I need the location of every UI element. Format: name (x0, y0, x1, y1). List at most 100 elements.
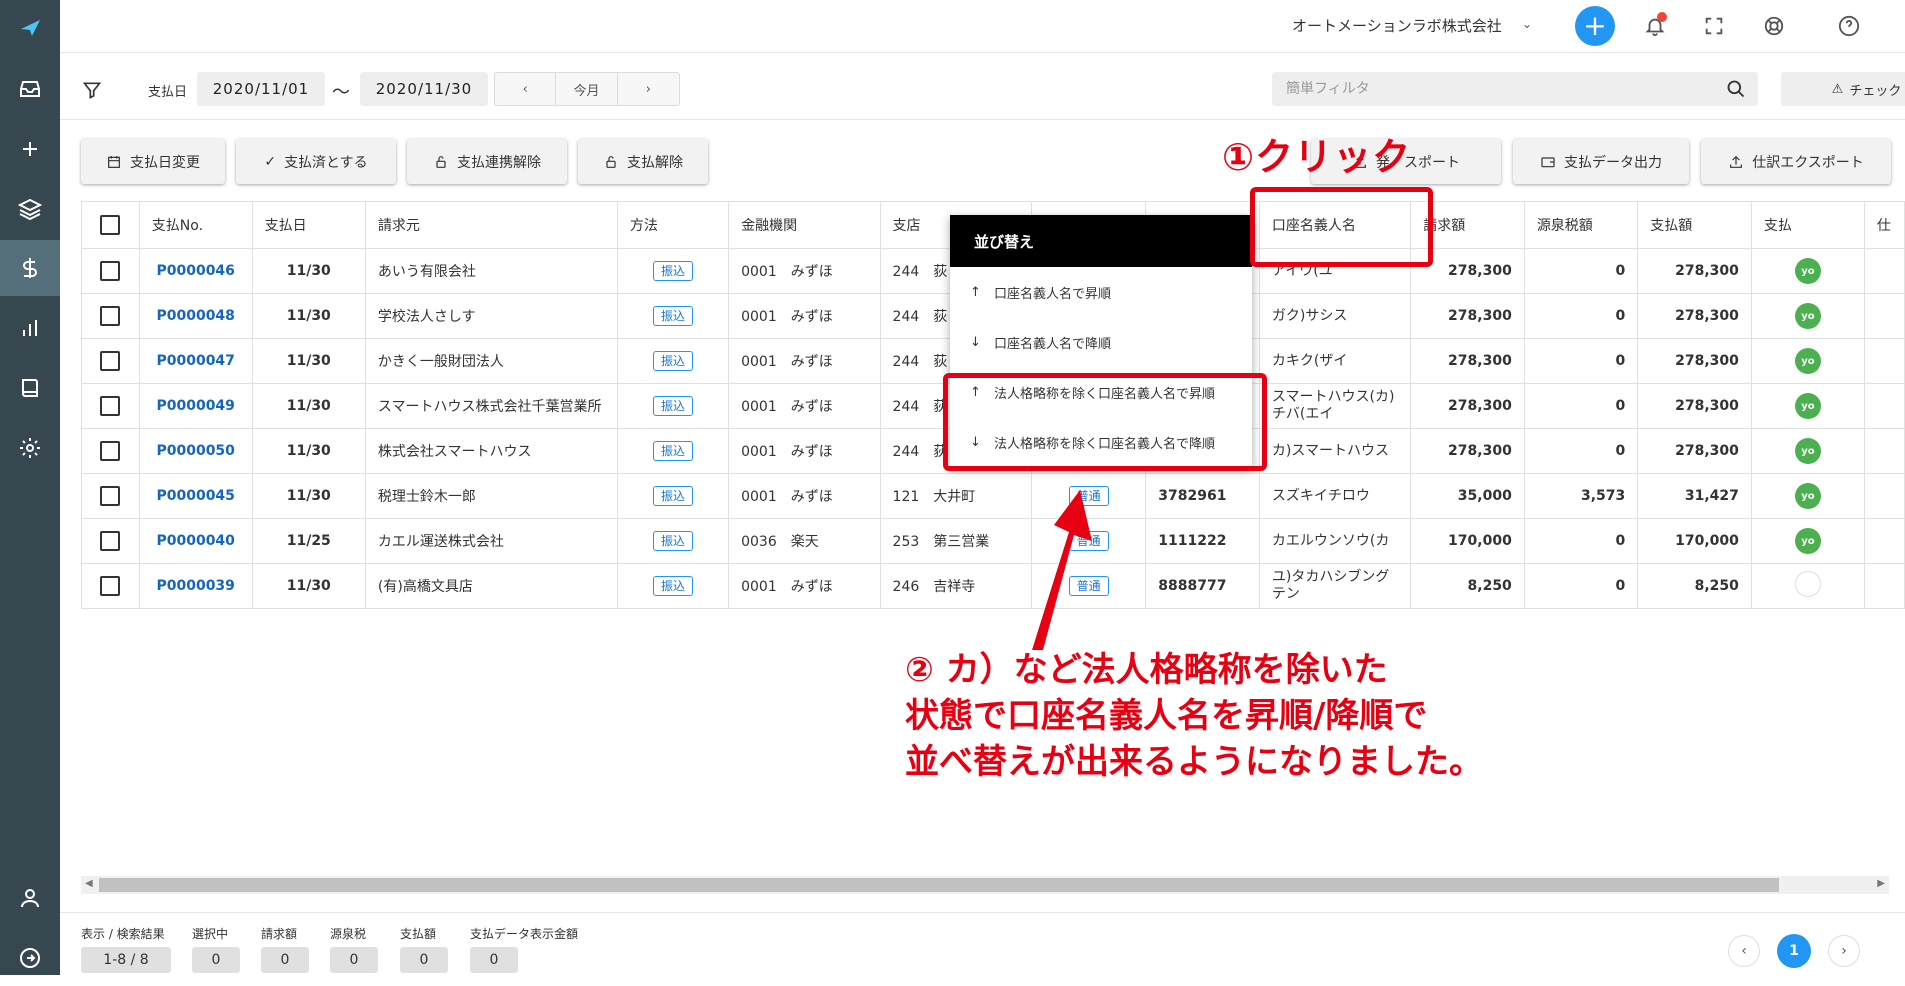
row-checkbox[interactable] (100, 576, 121, 596)
cell-payment-no[interactable]: P0000049 (138, 383, 253, 429)
horizontal-scrollbar[interactable]: ◀ ▶ (81, 876, 1889, 894)
row-checkbox[interactable] (100, 396, 121, 416)
chevron-down-icon[interactable]: ⌄ (1522, 17, 1532, 31)
cell-payment-status[interactable]: yo (1750, 293, 1865, 339)
payment-dollar-icon[interactable] (0, 240, 60, 296)
payment-no-link[interactable]: P0000040 (156, 533, 234, 549)
next-month-button[interactable]: › (618, 73, 679, 105)
paid-status-badge[interactable]: yo (1794, 438, 1821, 464)
sort-holder-asc[interactable]: ↑ 口座名義人名で昇順 (950, 267, 1252, 317)
scroll-left-icon[interactable]: ◀ (85, 878, 93, 889)
payment-data-output-button[interactable]: 支払データ出力 (1513, 139, 1689, 184)
row-checkbox[interactable] (100, 486, 121, 506)
cell-payment-no[interactable]: P0000039 (138, 563, 253, 609)
scroll-right-icon[interactable]: ▶ (1877, 878, 1885, 889)
layers-icon[interactable] (0, 181, 60, 237)
check-button[interactable]: ⚠ チェック (1781, 72, 1905, 106)
book-icon[interactable] (0, 360, 60, 416)
change-payment-date-button[interactable]: 支払日変更 (81, 139, 225, 184)
row-checkbox-cell[interactable] (81, 518, 140, 564)
cell-payment-status[interactable]: yo (1750, 248, 1865, 294)
cell-payment-no[interactable]: P0000047 (138, 338, 253, 384)
paid-status-badge[interactable]: yo (1794, 528, 1821, 554)
table-row[interactable]: P0000039 11/30 (有)高橋文具店 振込 0001 みずほ 246 吉祥寺 普通… (81, 563, 1905, 609)
unlink-payment-button[interactable]: 支払連携解除 (407, 139, 567, 184)
row-checkbox[interactable] (100, 531, 121, 551)
cell-payment-status[interactable]: yo (1750, 383, 1865, 429)
row-checkbox-cell[interactable] (81, 248, 140, 294)
paid-status-badge[interactable]: yo (1794, 483, 1821, 509)
bell-icon[interactable] (1641, 12, 1669, 40)
logout-icon[interactable] (0, 930, 60, 986)
search-icon[interactable] (1726, 79, 1746, 103)
select-all-checkbox[interactable] (100, 215, 121, 235)
payment-no-link[interactable]: P0000048 (156, 308, 234, 324)
paid-status-badge[interactable]: yo (1794, 303, 1821, 329)
payment-no-link[interactable]: P0000045 (156, 488, 234, 504)
add-icon[interactable] (0, 121, 60, 177)
mark-paid-button[interactable]: ✓ 支払済とする (236, 139, 396, 184)
table-row[interactable]: P0000040 11/25 カエル運送株式会社 振込 0036 楽天 253 第三営業普… (81, 518, 1905, 564)
cell-payment-status[interactable]: yo (1750, 473, 1865, 519)
support-lifebuoy-icon[interactable] (1760, 12, 1788, 40)
page-prev-button[interactable]: ‹ (1728, 935, 1760, 967)
help-icon[interactable] (1835, 12, 1863, 40)
row-checkbox-cell[interactable] (81, 338, 140, 384)
cell-payment-status[interactable]: yo (1750, 518, 1865, 564)
page-current[interactable]: 1 (1777, 934, 1811, 968)
chart-icon[interactable] (0, 300, 60, 356)
inbox-icon[interactable] (0, 61, 60, 117)
cell-payment-no[interactable]: P0000046 (138, 248, 253, 294)
app-logo-icon[interactable] (0, 0, 60, 56)
row-checkbox[interactable] (100, 441, 121, 461)
row-checkbox-cell[interactable] (81, 473, 140, 519)
row-checkbox-cell[interactable] (81, 383, 140, 429)
cell-payment-status[interactable]: yo (1750, 428, 1865, 474)
date-from-field[interactable]: 2020/11/01 (197, 72, 325, 106)
add-button[interactable]: + (1575, 6, 1615, 46)
row-checkbox[interactable] (100, 351, 121, 371)
fullscreen-icon[interactable] (1700, 12, 1728, 40)
scrollbar-thumb[interactable] (99, 878, 1779, 892)
row-checkbox[interactable] (100, 261, 121, 281)
cancel-payment-button[interactable]: 支払解除 (578, 139, 708, 184)
payment-no-link[interactable]: P0000039 (156, 578, 234, 594)
col-payment-status[interactable]: 支払 (1750, 201, 1865, 249)
filter-funnel-icon[interactable] (82, 80, 102, 104)
this-month-button[interactable]: 今月 (556, 73, 618, 105)
cell-payment-no[interactable]: P0000050 (138, 428, 253, 474)
paid-status-badge[interactable]: yo (1794, 348, 1821, 374)
row-checkbox-cell[interactable] (81, 293, 140, 339)
settings-gear-icon[interactable] (0, 420, 60, 476)
row-checkbox[interactable] (100, 306, 121, 326)
journal-export-button[interactable]: 仕訳エクスポート (1701, 139, 1891, 184)
prev-month-button[interactable]: ‹ (495, 73, 557, 105)
col-bank[interactable]: 金融機関 (728, 201, 881, 249)
cell-payment-no[interactable]: P0000048 (138, 293, 253, 339)
cell-payment-status[interactable] (1750, 563, 1865, 609)
col-method[interactable]: 方法 (616, 201, 730, 249)
cell-payment-status[interactable]: yo (1750, 338, 1865, 384)
col-payment-date[interactable]: 支払日 (251, 201, 366, 249)
select-all-checkbox-cell[interactable] (81, 201, 140, 249)
paid-status-badge[interactable]: yo (1794, 393, 1821, 419)
payment-no-link[interactable]: P0000049 (156, 398, 234, 414)
company-selector[interactable]: オートメーションラボ株式会社 (1292, 15, 1502, 36)
unpaid-status-badge[interactable] (1794, 571, 1821, 597)
payment-no-link[interactable]: P0000047 (156, 353, 234, 369)
col-vendor[interactable]: 請求元 (364, 201, 618, 249)
cell-payment-no[interactable]: P0000045 (138, 473, 253, 519)
quick-filter-input[interactable] (1272, 72, 1692, 106)
col-journal[interactable]: 仕 (1863, 201, 1905, 249)
col-withholding[interactable]: 源泉税額 (1523, 201, 1639, 249)
cell-payment-no[interactable]: P0000040 (138, 518, 253, 564)
sort-holder-desc[interactable]: ↓ 口座名義人名で降順 (950, 317, 1252, 367)
payment-no-link[interactable]: P0000050 (156, 443, 234, 459)
col-paid-amount[interactable]: 支払額 (1637, 201, 1752, 249)
payment-no-link[interactable]: P0000046 (156, 263, 234, 279)
paid-status-badge[interactable]: yo (1794, 258, 1821, 284)
col-payment-no[interactable]: 支払No. (138, 201, 253, 249)
page-next-button[interactable]: › (1828, 935, 1860, 967)
date-to-field[interactable]: 2020/11/30 (360, 72, 488, 106)
row-checkbox-cell[interactable] (81, 563, 140, 609)
